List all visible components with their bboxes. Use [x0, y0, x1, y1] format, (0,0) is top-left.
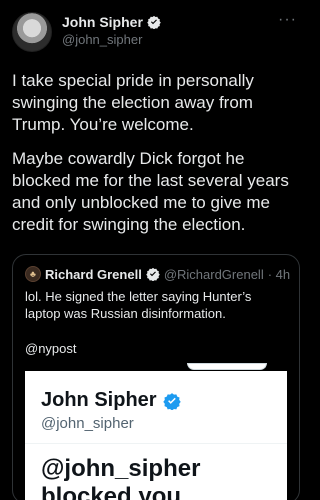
quoted-author-handle: @RichardGrenell — [163, 266, 264, 282]
media-blocked-headline: @john_sipher blocked you — [41, 455, 201, 500]
quoted-media-image[interactable]: John Sipher @john_sipher @john_sipher bl… — [25, 363, 287, 500]
quoted-verified-badge-icon — [146, 267, 160, 281]
more-options-icon[interactable]: ··· — [278, 12, 297, 28]
author-name[interactable]: John Sipher — [62, 14, 143, 30]
tweet-header: John Sipher @john_sipher ··· — [0, 0, 311, 62]
quoted-author-avatar[interactable]: ♣ — [25, 266, 41, 282]
author-handle[interactable]: @john_sipher — [62, 32, 142, 47]
verified-badge-icon — [147, 15, 161, 29]
quoted-tweet-text: lol. He signed the letter saying Hunter’… — [25, 289, 252, 321]
avatar[interactable] — [12, 12, 52, 52]
quoted-author-name: Richard Grenell — [45, 266, 142, 282]
tweet-text-paragraph-1: I take special pride in personally swing… — [12, 71, 254, 134]
quoted-timestamp: · 4h — [267, 266, 291, 282]
tweet-text-paragraph-2: Maybe cowardly Dick forgot he blocked me… — [12, 149, 289, 234]
quoted-tweet-header: ♣ Richard Grenell @RichardGrenell · 4h — [25, 266, 290, 282]
media-divider — [25, 443, 287, 444]
author-name-row: John Sipher — [62, 14, 161, 30]
media-name-row: John Sipher — [41, 389, 181, 412]
media-profile-handle: @john_sipher — [41, 415, 134, 432]
media-profile-name: John Sipher — [41, 389, 157, 411]
quoted-tweet-mention[interactable]: @nypost — [25, 341, 77, 356]
media-top-button — [187, 363, 267, 370]
quoted-tweet[interactable]: ♣ Richard Grenell @RichardGrenell · 4h l… — [12, 254, 300, 500]
media-verified-badge-icon — [162, 392, 181, 410]
